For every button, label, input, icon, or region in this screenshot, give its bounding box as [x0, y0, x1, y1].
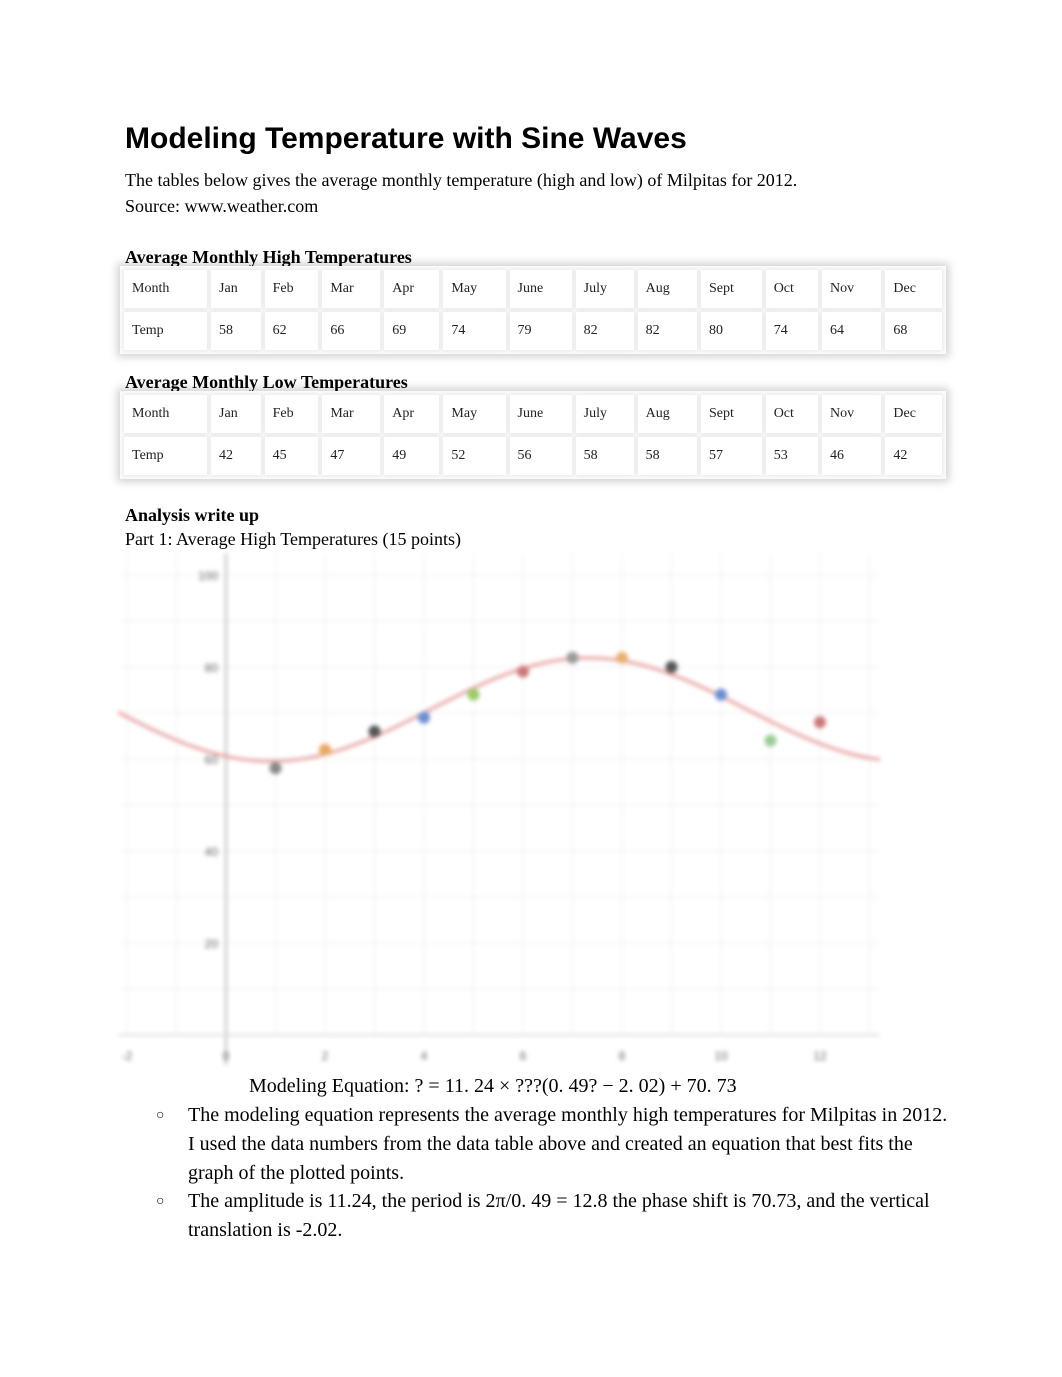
low-table-heading: Average Monthly Low Temperatures	[125, 372, 408, 392]
temp-cell: 68	[885, 312, 942, 350]
month-cell: Month	[124, 395, 208, 433]
analysis-heading: Analysis write up	[125, 505, 260, 525]
y-tick-label: 40	[205, 845, 219, 859]
source-text: Source: www.weather.com	[125, 196, 319, 216]
data-point	[368, 725, 381, 738]
month-cell: Aug	[637, 395, 697, 433]
y-tick-label: 80	[205, 661, 219, 675]
sine-curve	[118, 656, 880, 763]
x-tick-label: 6	[520, 1049, 527, 1063]
bullet-icon: ○	[156, 1108, 165, 1123]
temp-cell: 66	[322, 312, 381, 350]
part1-label: Part 1: Average High Temperatures (15 po…	[125, 529, 461, 549]
temp-cell: 64	[822, 312, 882, 350]
month-cell: Dec	[885, 395, 942, 433]
data-point	[665, 661, 678, 673]
low-temperature-table: Month Jan Feb Mar Apr May June July Aug Sept Oct No…	[120, 391, 946, 479]
data-point	[319, 743, 331, 756]
x-tick-label: 4	[421, 1049, 428, 1063]
month-cell: Jan	[211, 395, 261, 433]
x-tick-label: 12	[813, 1049, 827, 1063]
x-tick-label: 10	[714, 1049, 728, 1063]
data-point	[566, 651, 579, 664]
data-point	[269, 762, 282, 775]
bullet-text-1: The modeling equation represents the ave…	[188, 1104, 948, 1184]
x-tick-label: 0	[223, 1049, 230, 1063]
x-tick-label: 2	[322, 1049, 329, 1063]
month-cell: June	[509, 270, 572, 308]
high-temperature-chart: -2 0 2 4 6 8 10 1220406080100	[118, 553, 880, 1065]
month-cell: Mar	[322, 270, 381, 308]
temp-cell: 82	[575, 312, 634, 350]
intro-text: The tables below gives the average month…	[125, 170, 798, 190]
month-cell: Oct	[765, 270, 819, 308]
month-cell: Feb	[264, 395, 319, 433]
y-tick-label: 100	[198, 569, 218, 583]
month-cell: Month	[124, 270, 208, 308]
month-cell: Nov	[822, 395, 882, 433]
temp-cell: 49	[384, 437, 440, 475]
temp-cell: 47	[322, 437, 381, 475]
temp-cell: 53	[765, 437, 819, 475]
x-tick-label: 8	[619, 1049, 626, 1063]
data-point	[616, 651, 628, 664]
month-cell: Sept	[700, 395, 762, 433]
temp-cell: 74	[443, 312, 506, 350]
month-cell: July	[575, 270, 634, 308]
temp-cell: Temp	[124, 437, 208, 475]
page-title: Modeling Temperature with Sine Waves	[125, 122, 687, 155]
temp-cell: 62	[264, 312, 319, 350]
month-cell: Apr	[384, 395, 440, 433]
month-cell: Oct	[765, 395, 819, 433]
month-cell: Jan	[211, 270, 261, 308]
bullet-icon: ○	[156, 1194, 165, 1209]
temp-cell: 45	[264, 437, 319, 475]
temp-cell: 42	[211, 437, 261, 475]
bullet-text-2: The amplitude is 11.24, the period is 2π…	[188, 1190, 930, 1241]
temp-cell: 56	[509, 437, 572, 475]
temp-cell: 42	[885, 437, 942, 475]
data-point	[418, 711, 430, 724]
month-cell: Feb	[264, 270, 319, 308]
modeling-equation: Modeling Equation: ? = 11. 24 × ???(0. 4…	[249, 1075, 737, 1097]
month-cell: Sept	[700, 270, 762, 308]
y-tick-label: 20	[205, 937, 219, 951]
x-tick-label: -2	[122, 1049, 133, 1063]
data-point	[467, 688, 480, 701]
temp-cell: 57	[700, 437, 762, 475]
temp-cell: 58	[637, 437, 697, 475]
temp-cell: Temp	[124, 312, 208, 350]
temp-cell: 58	[211, 312, 261, 350]
temp-cell: 74	[765, 312, 819, 350]
data-point	[814, 716, 826, 729]
month-cell: May	[443, 395, 506, 433]
month-cell: Mar	[322, 395, 381, 433]
month-cell: Aug	[637, 270, 697, 308]
document-page: Modeling Temperature with Sine Waves The…	[0, 0, 1062, 1377]
month-cell: July	[575, 395, 634, 433]
temp-cell: 79	[509, 312, 572, 350]
high-temperature-table: Month Jan Feb Mar Apr May June July Aug Sept Oct No…	[120, 266, 946, 354]
data-point	[517, 665, 529, 678]
month-cell: June	[509, 395, 572, 433]
month-cell: Nov	[822, 270, 882, 308]
month-cell: Apr	[384, 270, 440, 308]
month-cell: Dec	[885, 270, 942, 308]
temp-cell: 46	[822, 437, 882, 475]
data-point	[715, 688, 727, 701]
temp-cell: 52	[443, 437, 506, 475]
temp-cell: 69	[384, 312, 440, 350]
temp-cell: 58	[575, 437, 634, 475]
data-point	[764, 734, 777, 747]
temp-cell: 82	[637, 312, 697, 350]
temp-cell: 80	[700, 312, 762, 350]
month-cell: May	[443, 270, 506, 308]
high-table-heading: Average Monthly High Temperatures	[125, 247, 412, 267]
